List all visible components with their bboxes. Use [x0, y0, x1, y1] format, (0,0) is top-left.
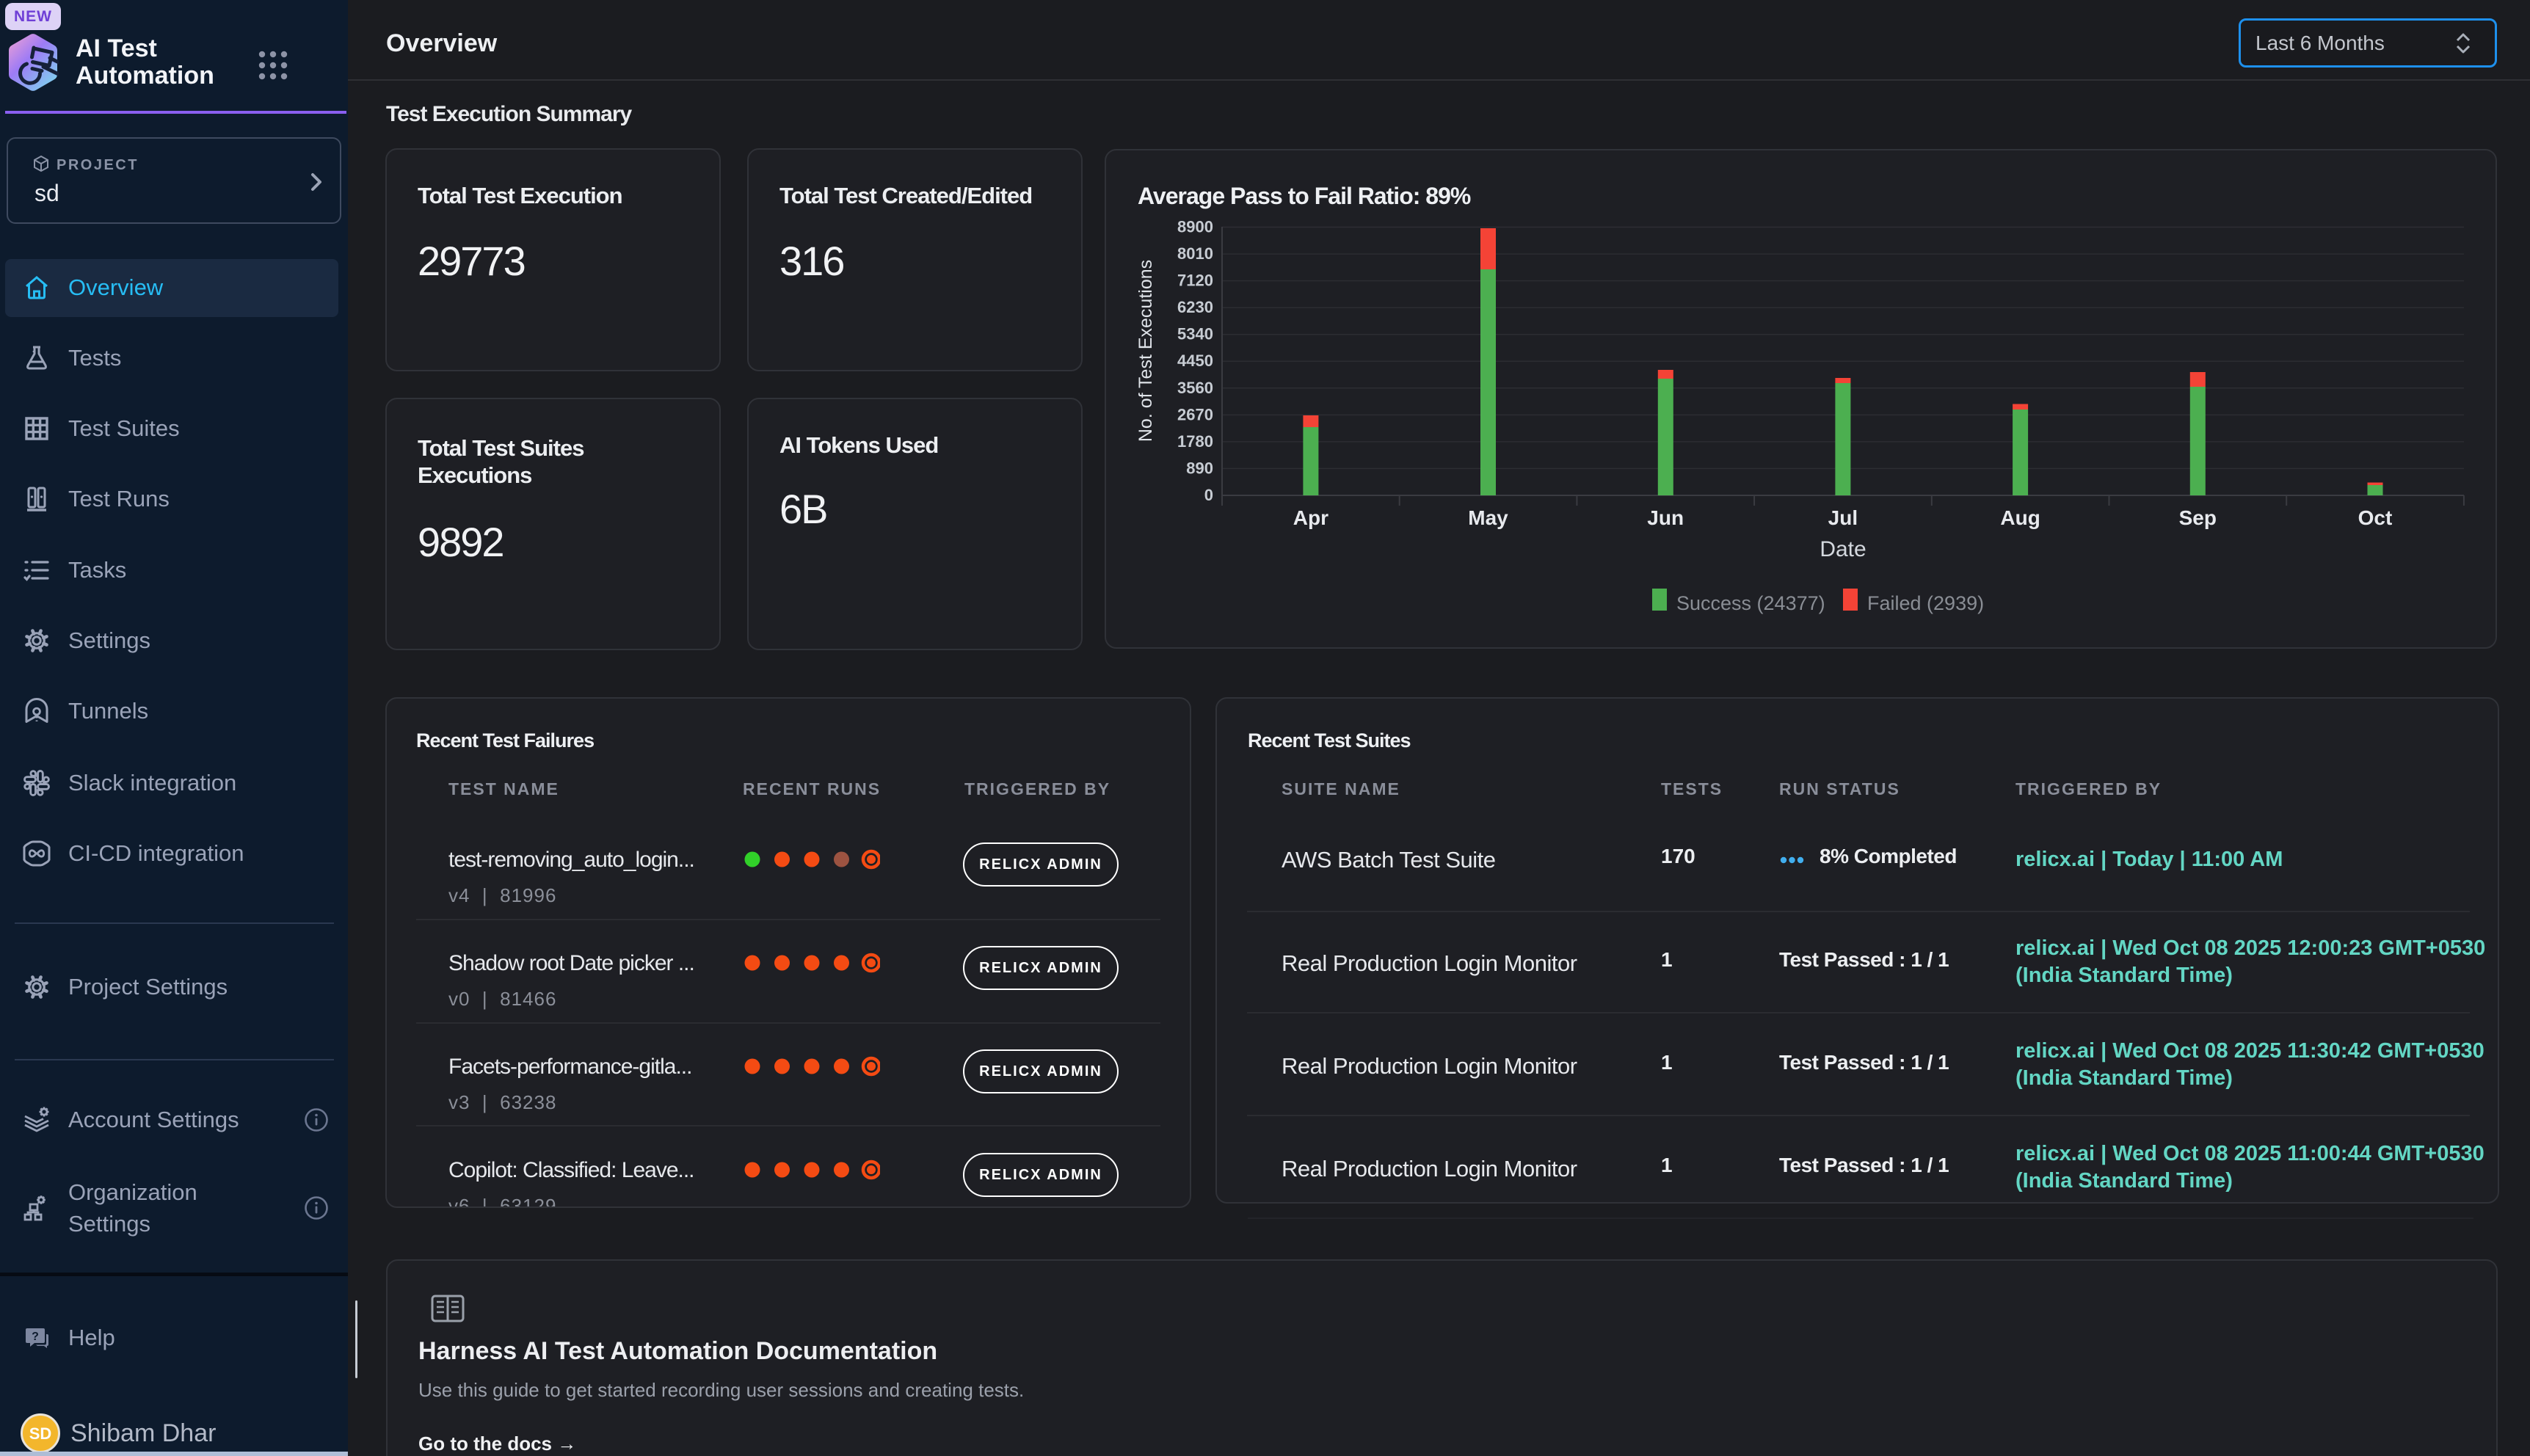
- svg-text:Apr: Apr: [1293, 506, 1328, 529]
- svg-text:5340: 5340: [1177, 325, 1213, 343]
- svg-text:Failed (2939): Failed (2939): [1867, 592, 1984, 614]
- svg-text:Jul: Jul: [1828, 506, 1858, 529]
- svg-text:Oct: Oct: [2358, 506, 2393, 529]
- svg-text:?: ?: [32, 1331, 39, 1343]
- svg-text:Date: Date: [1820, 537, 1866, 561]
- svg-text:8900: 8900: [1177, 218, 1213, 236]
- svg-text:3560: 3560: [1177, 379, 1213, 397]
- svg-text:May: May: [1468, 506, 1508, 529]
- svg-text:2670: 2670: [1177, 405, 1213, 423]
- svg-text:Jun: Jun: [1647, 506, 1684, 529]
- svg-text:Sep: Sep: [2179, 506, 2217, 529]
- svg-text:No. of Test Executions: No. of Test Executions: [1135, 260, 1156, 442]
- svg-text:4450: 4450: [1177, 352, 1213, 370]
- svg-text:1780: 1780: [1177, 432, 1213, 451]
- svg-text:Aug: Aug: [2000, 506, 2040, 529]
- svg-text:0: 0: [1204, 486, 1213, 504]
- svg-text:7120: 7120: [1177, 272, 1213, 290]
- svg-text:8010: 8010: [1177, 244, 1213, 263]
- svg-text:Success (24377): Success (24377): [1676, 592, 1825, 614]
- svg-text:6230: 6230: [1177, 298, 1213, 316]
- svg-text:890: 890: [1186, 459, 1213, 477]
